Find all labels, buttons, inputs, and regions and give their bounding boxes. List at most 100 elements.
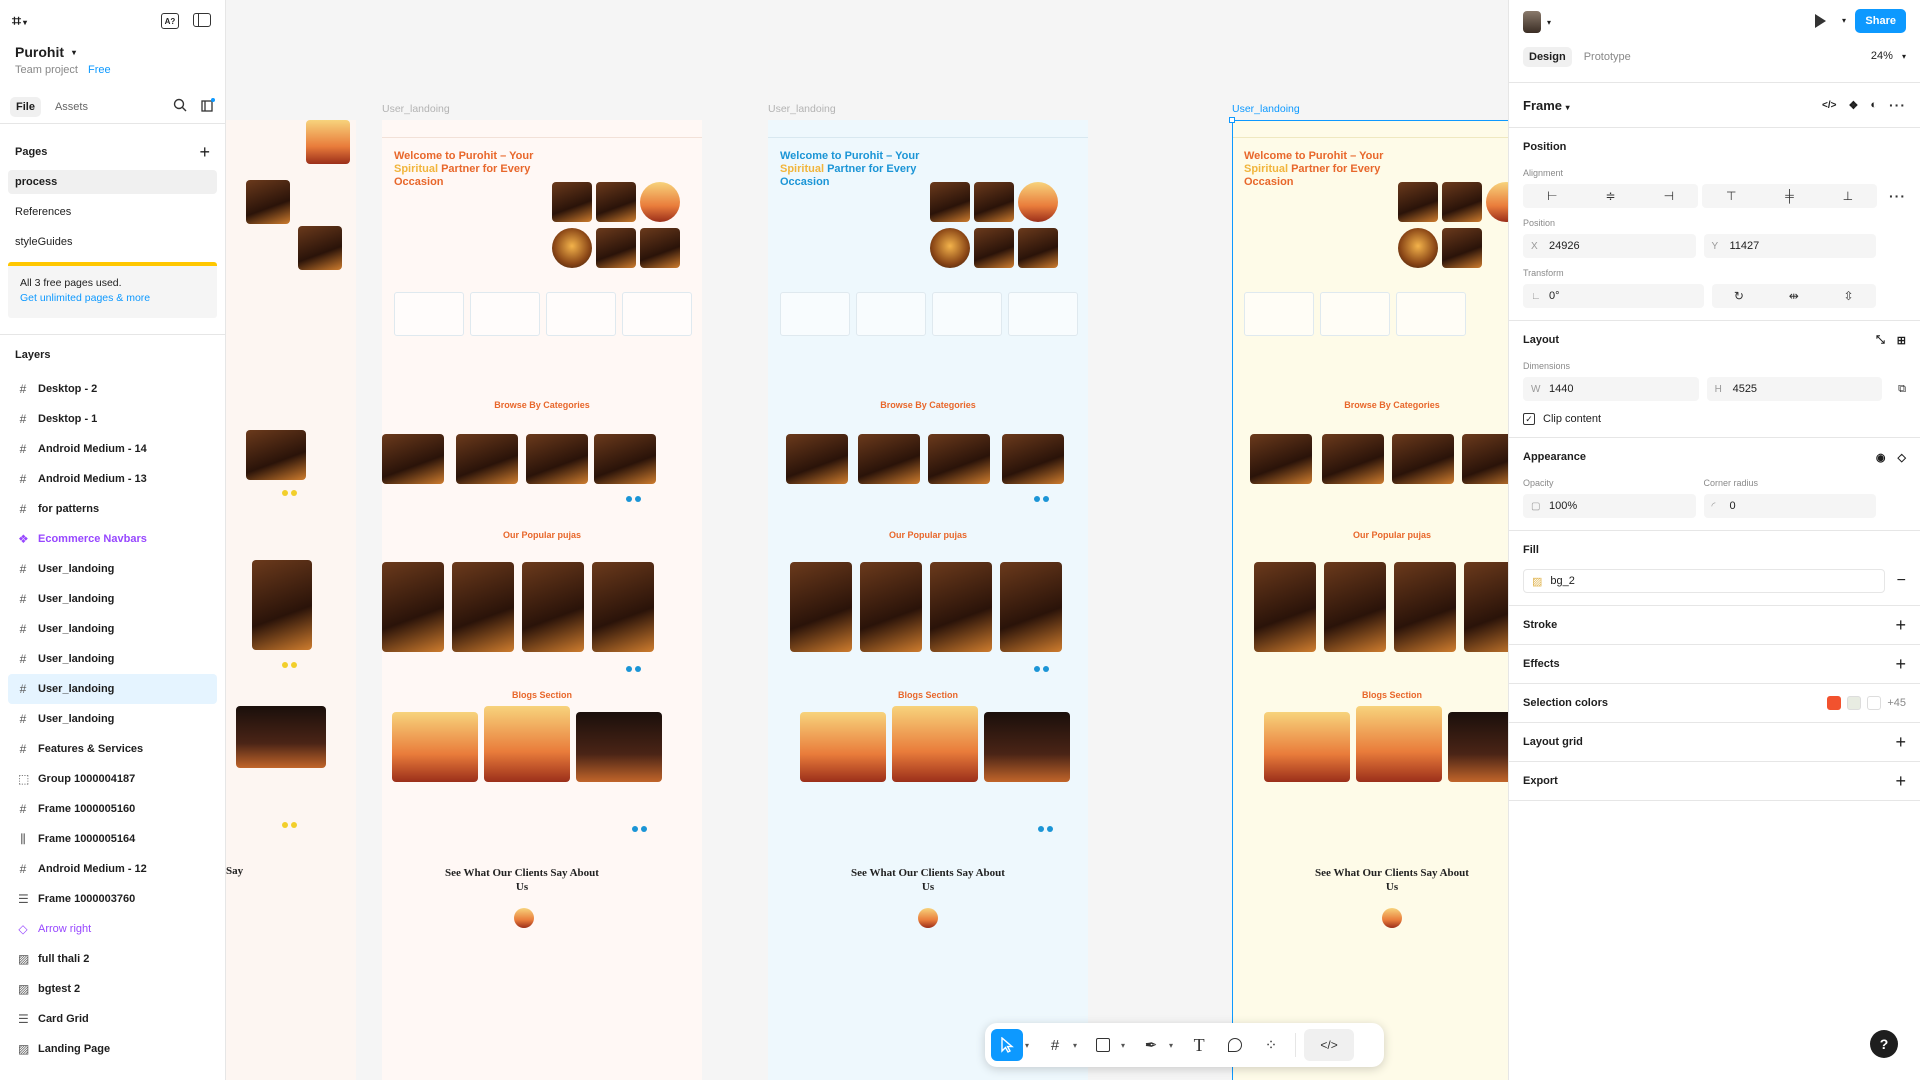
zoom-menu[interactable]: 24% ▾ bbox=[1871, 50, 1906, 62]
chevron-down-icon[interactable]: ▾ bbox=[1547, 18, 1551, 27]
layer-row[interactable]: ▨ Landing Page bbox=[0, 1034, 225, 1064]
resize-handle[interactable] bbox=[1229, 117, 1235, 123]
clip-content-row[interactable]: ✓ Clip content bbox=[1523, 413, 1906, 425]
present-play-icon[interactable] bbox=[1815, 14, 1826, 28]
comment-tool-button[interactable] bbox=[1219, 1029, 1251, 1061]
chevron-down-icon[interactable]: ▾ bbox=[1121, 1041, 1125, 1050]
chevron-down-icon[interactable]: ▾ bbox=[1169, 1041, 1173, 1050]
add-effect-button[interactable]: + bbox=[1895, 655, 1906, 673]
shape-tool-button[interactable] bbox=[1087, 1029, 1119, 1061]
align-bottom-icon[interactable]: ⊥ bbox=[1819, 184, 1877, 208]
checkbox-checked-icon[interactable]: ✓ bbox=[1523, 413, 1535, 425]
height-field[interactable]: H 4525 bbox=[1706, 377, 1883, 401]
width-field[interactable]: W 1440 bbox=[1523, 377, 1699, 401]
code-icon[interactable]: </> bbox=[1822, 100, 1836, 111]
avatar[interactable] bbox=[1523, 11, 1541, 33]
layer-row[interactable]: # Android Medium - 13 bbox=[0, 464, 225, 494]
tab-file[interactable]: File bbox=[10, 96, 41, 117]
frame-label-selected[interactable]: User_landoing bbox=[1232, 103, 1300, 115]
align-middle-icon[interactable]: ╪ bbox=[1760, 184, 1818, 208]
share-button[interactable]: Share bbox=[1855, 9, 1906, 33]
layer-row[interactable]: # Frame 1000005160 bbox=[0, 794, 225, 824]
fill-style-field[interactable]: ▨ bg_2 bbox=[1523, 569, 1885, 593]
page-item-styleguides[interactable]: styleGuides bbox=[8, 230, 217, 254]
layer-row[interactable]: # User_landoing bbox=[0, 704, 225, 734]
align-left-icon[interactable]: ⊢ bbox=[1523, 184, 1581, 208]
layer-row[interactable]: # Desktop - 2 bbox=[0, 374, 225, 404]
dev-mode-toggle[interactable]: </> bbox=[1304, 1029, 1355, 1061]
plan-badge[interactable]: Free bbox=[88, 64, 111, 76]
add-layout-grid-button[interactable]: + bbox=[1895, 733, 1906, 751]
opacity-field[interactable]: ▢ 100% bbox=[1523, 494, 1696, 518]
project-name[interactable]: Purohit ▾ bbox=[0, 44, 225, 60]
layer-row[interactable]: ⬚ Group 1000004187 bbox=[0, 764, 225, 794]
add-stroke-button[interactable]: + bbox=[1895, 616, 1906, 634]
help-button[interactable]: ? bbox=[1870, 1030, 1898, 1058]
ai-icon[interactable]: A? bbox=[161, 13, 179, 29]
tab-assets[interactable]: Assets bbox=[49, 97, 94, 117]
more-align-icon[interactable]: ··· bbox=[1889, 188, 1906, 204]
layer-row[interactable]: ☰ Frame 1000003760 bbox=[0, 884, 225, 914]
layer-row[interactable]: # User_landoing bbox=[8, 674, 217, 704]
x-field[interactable]: X 24926 bbox=[1523, 234, 1696, 258]
contrast-icon[interactable]: ◐ bbox=[1870, 99, 1877, 111]
selection-type-dropdown[interactable]: Frame ▾ bbox=[1523, 98, 1570, 113]
library-icon[interactable] bbox=[201, 98, 215, 112]
upgrade-link[interactable]: Get unlimited pages & more bbox=[20, 291, 205, 306]
rotation-field[interactable]: ∟ 0° bbox=[1523, 284, 1704, 308]
landing-frame-3[interactable]: Welcome to Purohit – Your Spiritual Part… bbox=[1232, 120, 1508, 1080]
add-page-button[interactable]: + bbox=[199, 143, 210, 161]
align-top-icon[interactable]: ⊤ bbox=[1702, 184, 1760, 208]
rotate-icon[interactable]: ↻ bbox=[1712, 284, 1767, 308]
blend-mode-icon[interactable]: ◇ bbox=[1898, 451, 1906, 464]
more-icon[interactable]: ··· bbox=[1889, 97, 1906, 113]
actions-button[interactable]: ⁘ bbox=[1255, 1029, 1287, 1061]
component-icon[interactable]: ❖ bbox=[1848, 99, 1858, 112]
frame-partial-left[interactable]: Say bbox=[226, 120, 356, 1080]
frame-label[interactable]: User_landoing bbox=[768, 103, 836, 115]
layer-row[interactable]: ☰ Card Grid bbox=[0, 1004, 225, 1034]
eye-icon[interactable]: ◉ bbox=[1876, 451, 1886, 464]
layer-row[interactable]: # Android Medium - 14 bbox=[0, 434, 225, 464]
color-swatch[interactable] bbox=[1827, 696, 1842, 710]
align-right-icon[interactable]: ⊣ bbox=[1640, 184, 1698, 208]
color-swatch[interactable] bbox=[1847, 696, 1862, 710]
tab-design[interactable]: Design bbox=[1523, 47, 1572, 67]
search-icon[interactable] bbox=[173, 98, 187, 112]
auto-layout-icon[interactable]: ⊞ bbox=[1897, 334, 1906, 347]
move-tool-button[interactable] bbox=[991, 1029, 1023, 1061]
color-swatch[interactable] bbox=[1867, 696, 1882, 710]
landing-frame-2[interactable]: Welcome to Purohit – Your Spiritual Part… bbox=[768, 120, 1088, 1080]
layer-row[interactable]: # Desktop - 1 bbox=[0, 404, 225, 434]
align-center-h-icon[interactable]: ≑ bbox=[1581, 184, 1639, 208]
toggle-sidebar-icon[interactable] bbox=[193, 13, 211, 27]
layer-row[interactable]: # User_landoing bbox=[0, 584, 225, 614]
text-tool-button[interactable]: T bbox=[1183, 1029, 1215, 1061]
main-menu-button[interactable]: ⌗ ▾ bbox=[12, 13, 27, 31]
layer-row[interactable]: ⫼ Frame 1000005164 bbox=[0, 824, 225, 854]
layer-row[interactable]: ◇ Arrow right bbox=[0, 914, 225, 944]
corner-radius-field[interactable]: ◜ 0 bbox=[1703, 494, 1876, 518]
layer-row[interactable]: ▨ bgtest 2 bbox=[0, 974, 225, 1004]
shrink-icon[interactable]: ⤡ bbox=[1876, 334, 1885, 347]
layer-row[interactable]: # User_landoing bbox=[0, 644, 225, 674]
flip-horizontal-icon[interactable]: ⇹ bbox=[1766, 284, 1821, 308]
add-export-button[interactable]: + bbox=[1895, 772, 1906, 790]
resize-icon[interactable]: ⧉ bbox=[1898, 383, 1906, 396]
y-field[interactable]: Y 11427 bbox=[1703, 234, 1876, 258]
landing-frame-1[interactable]: Welcome to Purohit – Your Spiritual Part… bbox=[382, 120, 702, 1080]
layer-row[interactable]: # Features & Services bbox=[0, 734, 225, 764]
page-item-references[interactable]: References bbox=[8, 200, 217, 224]
frame-label[interactable]: User_landoing bbox=[382, 103, 450, 115]
pen-tool-button[interactable]: ✒ bbox=[1135, 1029, 1167, 1061]
tab-prototype[interactable]: Prototype bbox=[1578, 47, 1637, 67]
canvas[interactable]: Say User_landoing Welcome to Purohit – Y… bbox=[226, 0, 1508, 1080]
layer-row[interactable]: # Android Medium - 12 bbox=[0, 854, 225, 884]
chevron-down-icon[interactable]: ▾ bbox=[1073, 1041, 1077, 1050]
remove-fill-icon[interactable]: − bbox=[1897, 572, 1906, 590]
chevron-down-icon[interactable]: ▾ bbox=[1025, 1041, 1029, 1050]
frame-tool-button[interactable]: # bbox=[1039, 1029, 1071, 1061]
layer-row[interactable]: # for patterns bbox=[0, 494, 225, 524]
more-colors-button[interactable]: +45 bbox=[1887, 697, 1906, 709]
layer-row[interactable]: # User_landoing bbox=[0, 614, 225, 644]
